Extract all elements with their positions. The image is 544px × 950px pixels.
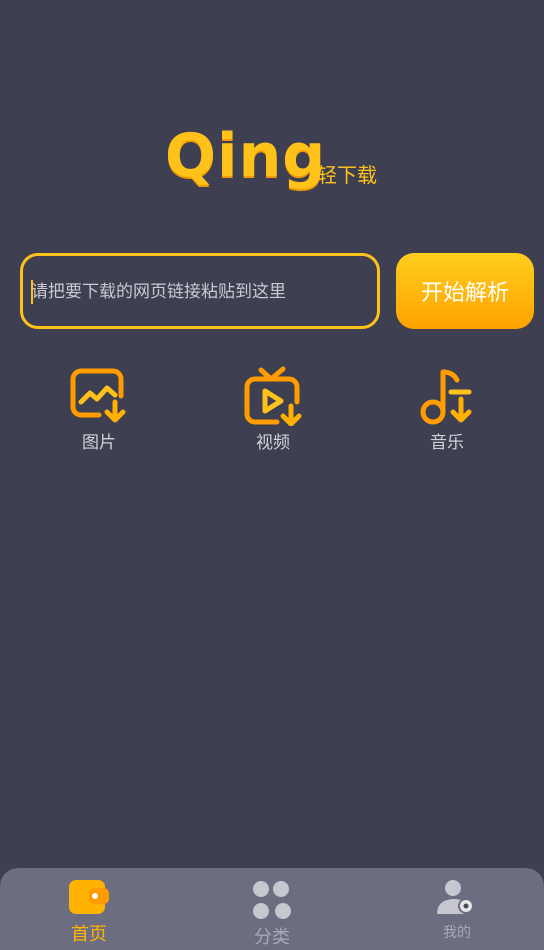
category-label: 视频 [256,433,290,453]
user-icon [437,880,474,914]
music-download-icon [420,369,472,425]
logo-subtitle: 轻下载 [317,163,377,187]
bottom-tab-bar: 首页 分类 我的 [0,868,544,950]
category-video[interactable]: 视频 [223,366,323,458]
tab-label: 首页 [71,924,107,945]
tab-category[interactable]: 分类 [212,868,332,950]
grid-icon [253,881,291,919]
category-label: 图片 [82,433,116,453]
tab-home[interactable]: 首页 [29,868,149,950]
category-image[interactable]: 图片 [49,366,149,458]
tv-download-icon [244,366,302,426]
tab-label: 分类 [254,927,290,948]
image-download-icon [70,368,126,423]
category-label: 音乐 [430,433,464,453]
text-caret [31,280,33,304]
wallet-home-icon [69,880,109,914]
start-parse-button[interactable]: 开始解析 [396,253,534,329]
url-input-box[interactable] [20,253,380,329]
url-input[interactable] [27,256,373,328]
category-music[interactable]: 音乐 [397,366,497,458]
logo-wordmark: Qing [165,121,327,191]
app-logo: Qing 轻下载 [165,120,395,200]
tab-mine[interactable]: 我的 [397,868,517,950]
tab-label: 我的 [443,925,471,941]
